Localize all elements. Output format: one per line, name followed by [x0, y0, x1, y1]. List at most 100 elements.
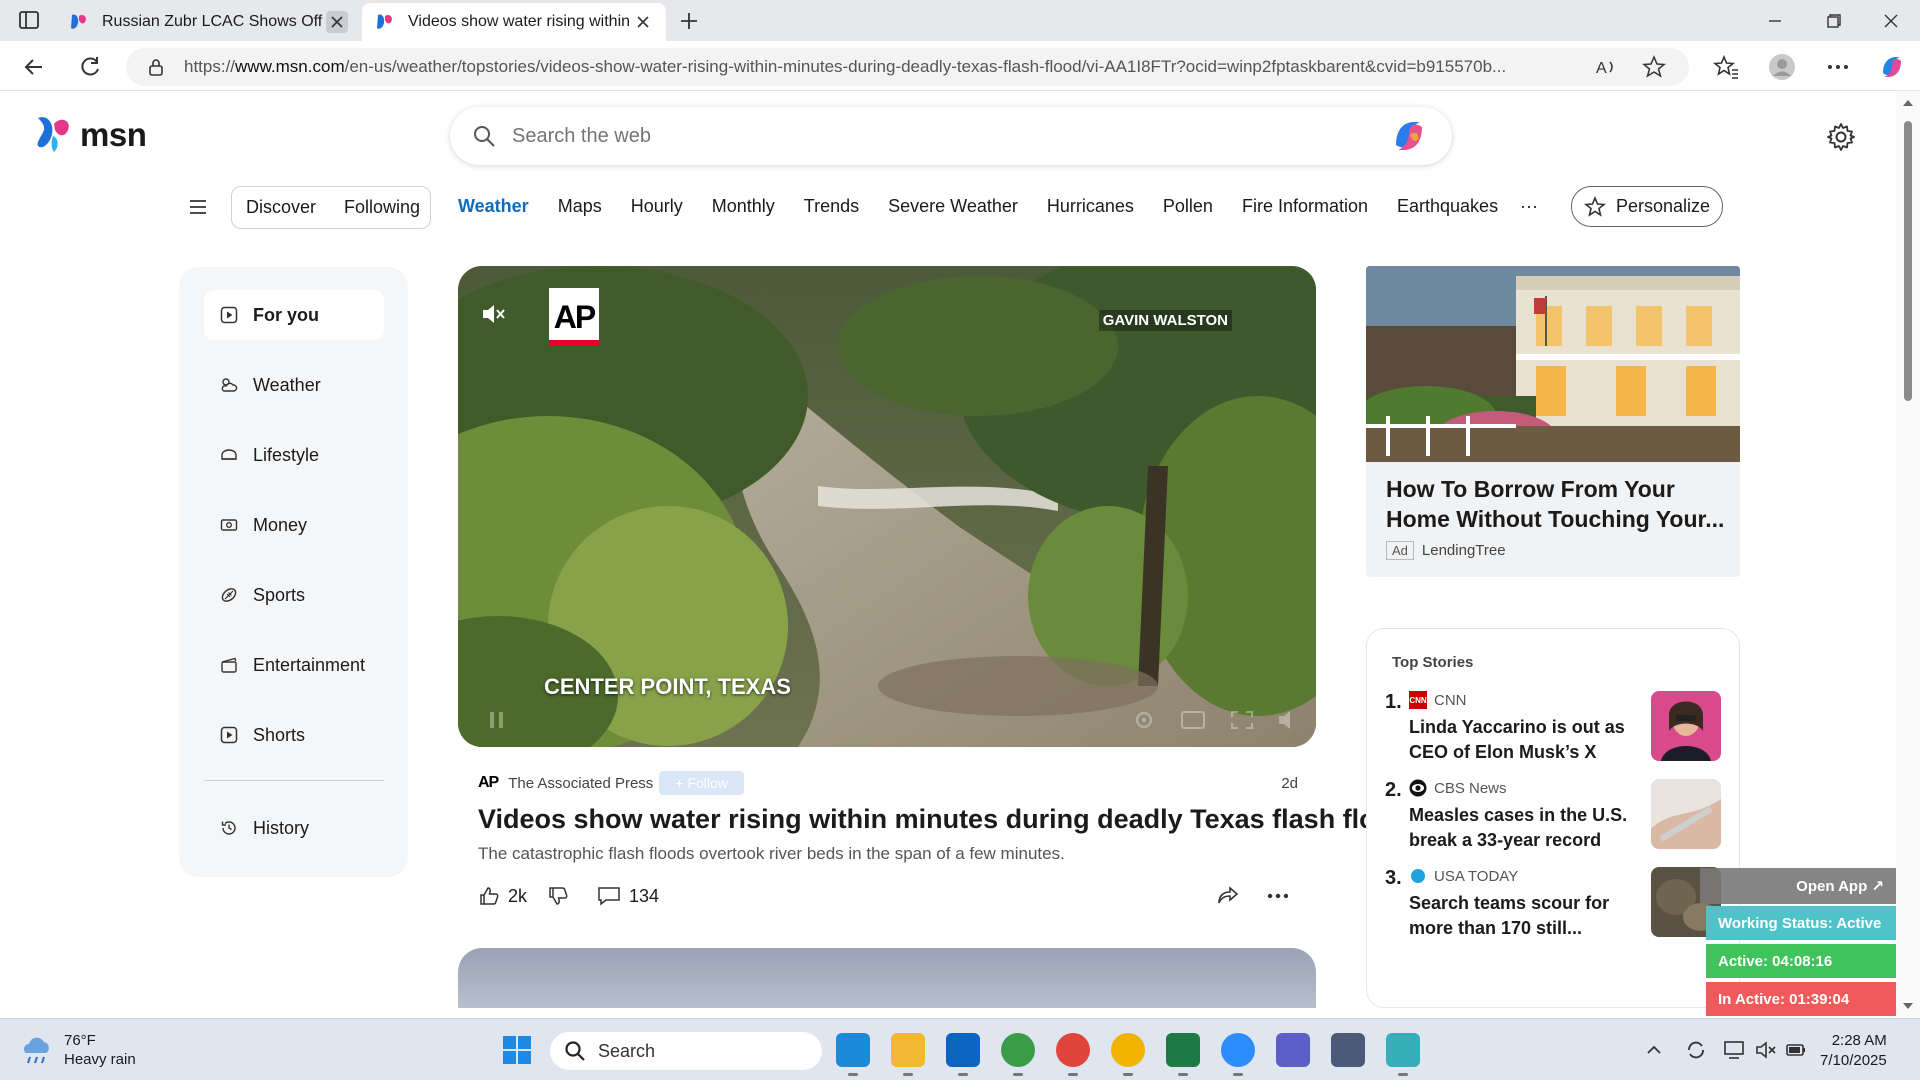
copilot-icon[interactable]: [1878, 53, 1906, 81]
article-headline[interactable]: Videos show water rising within minutes …: [478, 804, 1409, 835]
scroll-up-icon[interactable]: [1896, 93, 1920, 113]
file-explorer-taskbar-icon[interactable]: [891, 1033, 925, 1076]
more-options-icon[interactable]: [1266, 885, 1290, 907]
tab-inactive[interactable]: Russian Zubr LCAC Shows Off Its: [56, 3, 360, 41]
address-bar[interactable]: https://www.msn.com/en-us/weather/topsto…: [126, 48, 1689, 86]
cnn-logo-icon: CNN: [1409, 691, 1427, 709]
scrollbar-thumb[interactable]: [1904, 121, 1912, 401]
sync-icon[interactable]: [1685, 1039, 1707, 1061]
personalize-button[interactable]: Personalize: [1571, 186, 1723, 227]
dislike-button[interactable]: [547, 885, 577, 907]
close-window-icon[interactable]: [1878, 8, 1904, 34]
sidebar-item-shorts[interactable]: Shorts: [204, 710, 384, 760]
video-player[interactable]: AP GAVIN WALSTON CENTER POINT, TEXAS: [458, 266, 1316, 747]
back-icon[interactable]: [20, 53, 48, 81]
chrome-profile-3-taskbar-icon[interactable]: [1111, 1033, 1145, 1076]
like-button[interactable]: 2k: [478, 885, 527, 907]
scroll-down-icon[interactable]: [1896, 996, 1920, 1016]
ad-card[interactable]: How To Borrow From Your Home Without Tou…: [1366, 266, 1740, 577]
lock-icon[interactable]: [146, 57, 166, 77]
chrome-taskbar-icon[interactable]: [1001, 1033, 1035, 1076]
sidebar-item-money[interactable]: Money: [204, 500, 384, 550]
nav-fire-information[interactable]: Fire Information: [1242, 196, 1368, 217]
settings-gear-icon[interactable]: [1826, 122, 1856, 152]
sidebar-item-entertainment[interactable]: Entertainment: [204, 640, 384, 690]
video-settings-icon[interactable]: [1131, 709, 1157, 731]
sidebar-item-weather[interactable]: Weather: [204, 360, 384, 410]
battery-icon[interactable]: [1785, 1039, 1807, 1061]
teams-taskbar-icon[interactable]: [1276, 1033, 1310, 1067]
top-story-item[interactable]: 3. USA TODAY Search teams scour for more…: [1385, 855, 1725, 950]
share-icon[interactable]: [1216, 885, 1240, 907]
play-pause-icon[interactable]: [484, 709, 510, 731]
hamburger-menu-icon[interactable]: [188, 197, 208, 217]
nav-monthly[interactable]: Monthly: [712, 196, 775, 217]
app-taskbar-icon[interactable]: [1386, 1033, 1420, 1076]
excel-taskbar-icon[interactable]: [1166, 1033, 1200, 1076]
calculator-taskbar-icon[interactable]: [1331, 1033, 1365, 1067]
sidebar-item-label: Entertainment: [253, 654, 366, 675]
tab-following[interactable]: Following: [330, 197, 434, 218]
show-hidden-icons-chevron-icon[interactable]: [1643, 1039, 1665, 1061]
taskbar-weather-widget[interactable]: 76°F Heavy rain: [20, 1031, 136, 1069]
nav-maps[interactable]: Maps: [558, 196, 602, 217]
copilot-icon[interactable]: [1390, 117, 1428, 155]
favorites-icon[interactable]: [1712, 53, 1740, 81]
nav-hourly[interactable]: Hourly: [631, 196, 683, 217]
network-icon[interactable]: [1723, 1039, 1745, 1061]
new-tab-icon[interactable]: [676, 8, 702, 34]
minimize-icon[interactable]: [1762, 8, 1788, 34]
nav-severe-weather[interactable]: Severe Weather: [888, 196, 1018, 217]
profile-avatar-icon[interactable]: [1768, 53, 1796, 81]
nav-weather[interactable]: Weather: [458, 196, 529, 217]
tab-discover[interactable]: Discover: [232, 197, 330, 218]
search-input[interactable]: [512, 124, 1390, 148]
search-box[interactable]: [450, 107, 1452, 165]
close-tab-button[interactable]: [326, 11, 348, 33]
page-scrollbar[interactable]: [1896, 91, 1920, 1018]
more-menu-icon[interactable]: [1824, 53, 1852, 81]
close-tab-button[interactable]: [632, 11, 654, 33]
nav-trends[interactable]: Trends: [804, 196, 859, 217]
feed-toggle: Discover Following: [231, 186, 431, 229]
windows-start-icon[interactable]: [502, 1035, 532, 1065]
outlook-taskbar-icon[interactable]: [946, 1033, 980, 1076]
fullscreen-icon[interactable]: [1229, 709, 1255, 731]
clock-date: 7/10/2025: [1820, 1052, 1887, 1069]
zoom-taskbar-icon[interactable]: [1221, 1033, 1255, 1076]
mute-icon[interactable]: [480, 302, 506, 326]
favorite-star-icon[interactable]: [1641, 54, 1667, 80]
working-status: Working Status: Active: [1706, 906, 1898, 940]
speaker-muted-icon[interactable]: [1755, 1039, 1777, 1061]
msn-logo[interactable]: msn: [34, 114, 147, 156]
captions-icon[interactable]: [1180, 709, 1206, 731]
sidebar-item-for-you[interactable]: For you: [204, 290, 384, 340]
taskbar-search[interactable]: Search: [550, 1032, 822, 1070]
article-source-name[interactable]: The Associated Press: [508, 775, 653, 792]
next-story-card[interactable]: [458, 948, 1316, 1008]
nav-hurricanes[interactable]: Hurricanes: [1047, 196, 1134, 217]
chrome-profile-2-taskbar-icon[interactable]: [1056, 1033, 1090, 1076]
nav-more-button[interactable]: ···: [1520, 196, 1538, 217]
top-story-item[interactable]: 1. CNN CNN Linda Yaccarino is out as CEO …: [1385, 679, 1725, 774]
sidebar-toggle-icon[interactable]: [18, 9, 40, 31]
top-story-item[interactable]: 2. CBS News Measles cases in the U.S. br…: [1385, 767, 1725, 862]
edge-taskbar-icon[interactable]: [836, 1033, 870, 1076]
follow-button[interactable]: + Follow: [659, 771, 744, 795]
open-app-button[interactable]: Open App ↗: [1700, 868, 1900, 904]
nav-earthquakes[interactable]: Earthquakes: [1397, 196, 1498, 217]
ad-title[interactable]: How To Borrow From Your Home Without Tou…: [1386, 474, 1730, 534]
sidebar-item-sports[interactable]: Sports: [204, 570, 384, 620]
restore-icon[interactable]: [1820, 8, 1846, 34]
read-aloud-icon[interactable]: A: [1593, 54, 1619, 80]
comments-button[interactable]: 134: [597, 885, 659, 907]
taskbar-clock[interactable]: 2:28 AM 7/10/2025: [1820, 1031, 1887, 1071]
video-byline: GAVIN WALSTON: [1098, 310, 1232, 331]
tab-active[interactable]: Videos show water rising within m: [362, 3, 666, 41]
left-sidebar: For you Weather Lifestyle Money Sports E…: [179, 267, 408, 877]
refresh-icon[interactable]: [76, 53, 104, 81]
sidebar-item-lifestyle[interactable]: Lifestyle: [204, 430, 384, 480]
sidebar-item-history[interactable]: History: [204, 803, 384, 853]
nav-pollen[interactable]: Pollen: [1163, 196, 1213, 217]
volume-icon[interactable]: [1276, 709, 1302, 731]
